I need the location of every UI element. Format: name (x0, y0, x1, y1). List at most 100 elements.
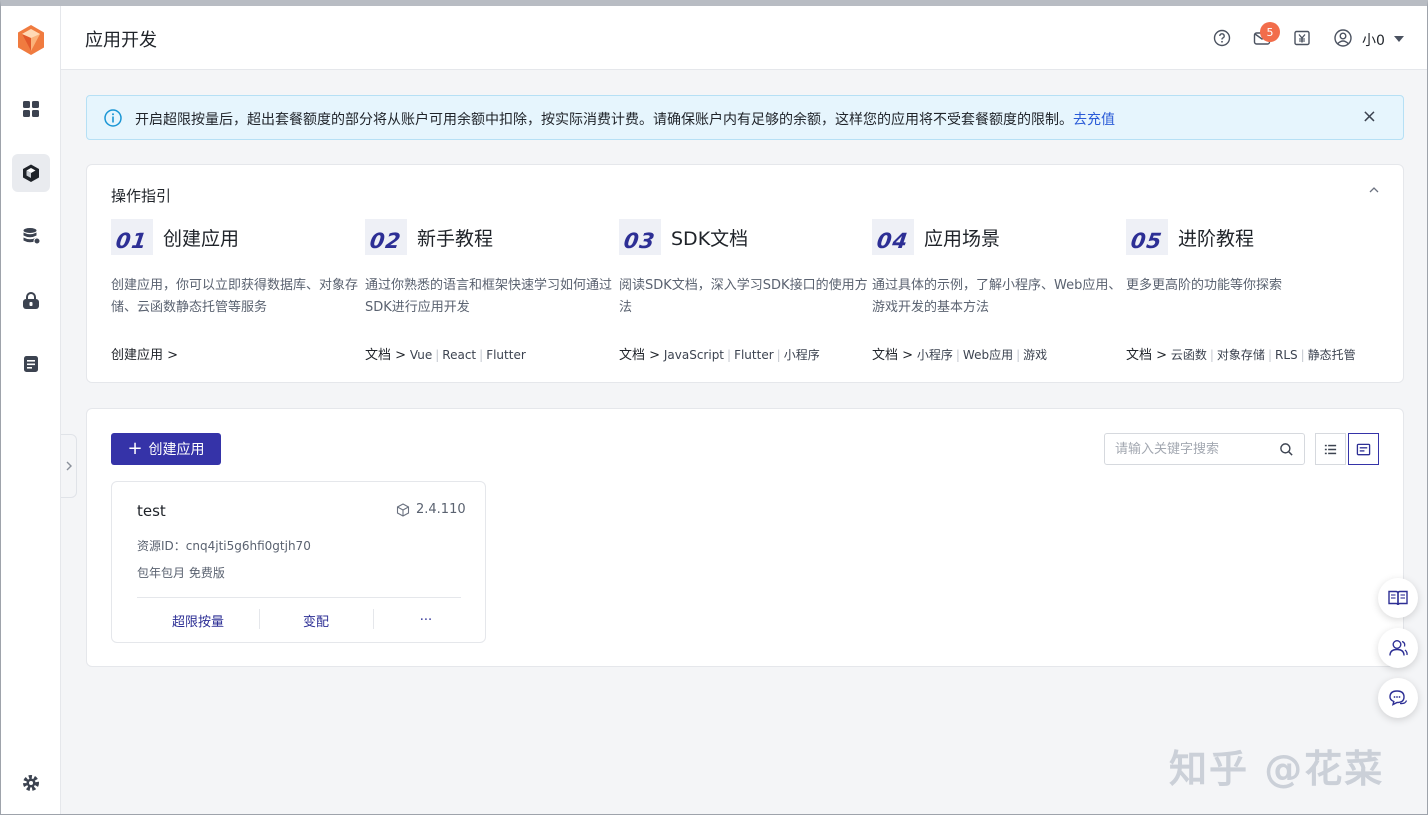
book-icon (1388, 590, 1408, 606)
app-resource-id: 资源ID：cnq4jti5g6hfi0gtjh70 (137, 539, 311, 553)
gear-icon (23, 775, 39, 791)
doc-link-webapp[interactable]: Web应用 (963, 348, 1013, 362)
recharge-link[interactable]: 去充值 (1073, 112, 1115, 128)
link-separator: | (1016, 348, 1021, 362)
lock-storage-icon (23, 292, 39, 309)
step-description: 通过具体的示例，了解小程序、Web应用、游戏开发的基本方法 (872, 278, 1122, 315)
chevron-right-icon (66, 461, 72, 471)
info-icon (104, 109, 122, 127)
app-plan: 包年包月 免费版 (137, 566, 225, 580)
user-avatar-icon[interactable] (1333, 28, 1353, 48)
guide-step-4: 04 应用场景 通过具体的示例，了解小程序、Web应用、游戏开发的基本方法 文档… (872, 219, 1125, 369)
list-view-button[interactable] (1315, 433, 1346, 465)
doc-link-rls[interactable]: RLS (1275, 348, 1298, 362)
logo-icon[interactable] (15, 24, 47, 56)
sidebar-item-docs[interactable] (12, 345, 50, 383)
link-separator: | (776, 348, 781, 362)
create-app-button[interactable]: + 创建应用 (111, 433, 221, 465)
step-title: 创建应用 (163, 228, 240, 250)
docs-link[interactable]: 文档 > (365, 348, 406, 363)
user-name[interactable]: 小0 (1362, 30, 1385, 50)
doc-link-static-hosting[interactable]: 静态托管 (1308, 348, 1356, 362)
step-number-badge: 02 (365, 219, 407, 255)
guide-panel: 操作指引 01 创建应用 创建应用，你可以立即获得数据库、对象存储、云函数静态托… (86, 164, 1404, 383)
guide-step-5: 05 进阶教程 更多更高阶的功能等你探索 文档 > 云函数 | 对象存储 | RLS | 静… (1126, 219, 1379, 369)
docs-link[interactable]: 文档 > (619, 348, 660, 363)
doc-link-vue[interactable]: Vue (410, 348, 432, 362)
step-links: 创建应用 > (111, 344, 178, 363)
doc-link-flutter[interactable]: Flutter (734, 348, 774, 362)
doc-link-javascript[interactable]: JavaScript (664, 348, 724, 362)
doc-link-game[interactable]: 游戏 (1023, 348, 1047, 362)
chat-float-button[interactable] (1378, 678, 1418, 718)
alert-close-button[interactable]: × (1362, 106, 1377, 127)
card-view-button[interactable] (1348, 433, 1379, 465)
step-links: 文档 > JavaScript | Flutter | 小程序 (619, 344, 820, 363)
sidebar-expand-handle[interactable] (61, 434, 77, 498)
alert-message: 开启超限按量后，超出套餐额度的部分将从账户可用余额中扣除，按实际消费计费。请确保… (135, 109, 1115, 129)
list-view-icon (1324, 444, 1337, 454)
apps-panel: + 创建应用 test (86, 408, 1404, 667)
doc-link-object-storage[interactable]: 对象存储 (1217, 348, 1265, 362)
create-app-link[interactable]: 创建应用 > (111, 348, 178, 363)
guide-step-2: 02 新手教程 通过你熟悉的语言和框架快速学习如何通过SDK进行应用开发 文档 … (365, 219, 618, 369)
step-number-badge: 03 (619, 219, 661, 255)
doc-link-miniprogram[interactable]: 小程序 (784, 348, 820, 362)
dashboard-icon (23, 101, 39, 117)
step-description: 更多更高阶的功能等你探索 (1126, 278, 1283, 293)
database-icon (23, 228, 41, 245)
sidebar-item-storage[interactable] (12, 282, 50, 320)
doc-link-cloud-function[interactable]: 云函数 (1171, 348, 1207, 362)
more-actions-button[interactable]: ··· (373, 609, 479, 631)
guide-title: 操作指引 (111, 187, 172, 205)
app-card[interactable]: test 2.4.110 资源ID：cnq4jti5g6hfi0gtjh70 包… (111, 481, 486, 643)
docs-link[interactable]: 文档 > (872, 348, 913, 363)
step-links: 文档 > 云函数 | 对象存储 | RLS | 静态托管 (1126, 344, 1356, 363)
link-separator: | (1209, 348, 1214, 362)
search-icon[interactable] (1279, 442, 1294, 457)
alert-message-text: 开启超限按量后，超出套餐额度的部分将从账户可用余额中扣除，按实际消费计费。请确保… (135, 112, 1073, 128)
sidebar-item-database[interactable] (12, 217, 50, 255)
link-separator: | (479, 348, 484, 362)
help-icon[interactable] (1212, 28, 1232, 48)
step-title: 新手教程 (417, 228, 494, 250)
doc-link-react[interactable]: React (442, 348, 476, 362)
notification-badge: 5 (1260, 22, 1280, 42)
sidebar-item-apps[interactable] (12, 154, 50, 192)
watermark: 知乎 @花菜 (1169, 747, 1385, 791)
search-input[interactable] (1115, 440, 1275, 458)
divider (137, 597, 461, 598)
overage-button[interactable]: 超限按量 (137, 609, 259, 631)
chat-icon (1389, 690, 1408, 706)
link-separator: | (1267, 348, 1272, 362)
sidebar (1, 6, 61, 814)
document-icon (24, 356, 38, 372)
community-float-button[interactable] (1378, 628, 1418, 668)
step-title: 应用场景 (924, 228, 1001, 250)
step-title: SDK文档 (671, 228, 749, 250)
users-icon (1389, 640, 1408, 656)
app-name[interactable]: test (137, 502, 166, 520)
link-separator: | (1300, 348, 1305, 362)
cube-icon (23, 164, 39, 182)
cube-outline-icon (396, 502, 410, 517)
guide-step-3: 03 SDK文档 阅读SDK文档，深入学习SDK接口的使用方法 文档 > Jav… (619, 219, 872, 369)
step-title: 进阶教程 (1178, 228, 1255, 250)
doc-link-flutter[interactable]: Flutter (486, 348, 526, 362)
billing-icon[interactable] (1292, 28, 1312, 48)
user-menu-caret-icon[interactable] (1394, 36, 1404, 42)
sidebar-item-settings[interactable] (12, 764, 50, 802)
docs-float-button[interactable] (1378, 578, 1418, 618)
chevron-up-icon[interactable] (1367, 183, 1381, 197)
link-separator: | (955, 348, 960, 362)
app-version-number: 2.4.110 (416, 502, 466, 517)
create-app-label: 创建应用 (148, 442, 205, 458)
change-config-button[interactable]: 变配 (259, 609, 373, 631)
step-links: 文档 > Vue | React | Flutter (365, 344, 526, 363)
link-separator: | (727, 348, 732, 362)
info-alert: 开启超限按量后，超出套餐额度的部分将从账户可用余额中扣除，按实际消费计费。请确保… (86, 95, 1404, 140)
sidebar-item-dashboard[interactable] (12, 90, 50, 128)
plus-icon: + (127, 438, 143, 459)
docs-link[interactable]: 文档 > (1126, 348, 1167, 363)
doc-link-miniprogram[interactable]: 小程序 (917, 348, 953, 362)
